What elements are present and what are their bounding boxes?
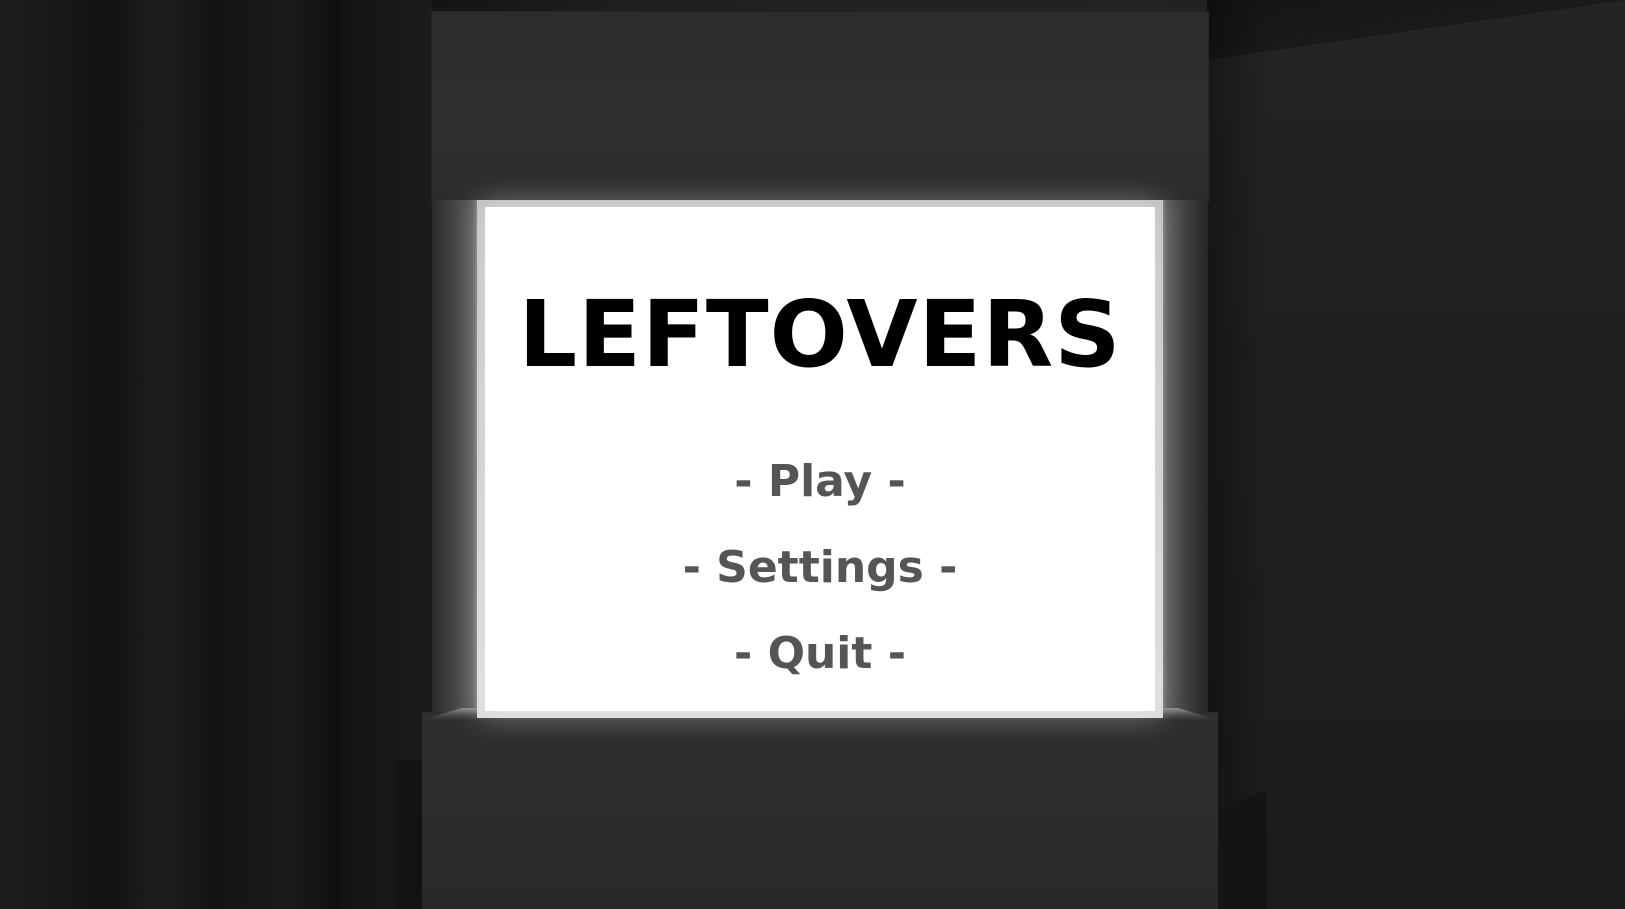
- kiosk-cabinet-base: [422, 712, 1218, 909]
- cabinet-shadow: [395, 760, 425, 909]
- main-menu: - Play - - Settings - - Quit -: [485, 439, 1155, 697]
- curtain-fold: [210, 0, 340, 909]
- game-scene: LEFTOVERS - Play - - Settings - - Quit -: [0, 0, 1625, 909]
- curtain-fold: [110, 0, 210, 909]
- kiosk-cabinet-side: [1160, 200, 1208, 714]
- room-wall: [1207, 0, 1625, 909]
- settings-button[interactable]: - Settings -: [485, 525, 1155, 611]
- quit-button[interactable]: - Quit -: [485, 611, 1155, 697]
- main-menu-screen: LEFTOVERS - Play - - Settings - - Quit -: [485, 207, 1155, 711]
- play-button[interactable]: - Play -: [485, 439, 1155, 525]
- kiosk-cabinet-side: [432, 200, 480, 714]
- curtain-fold: [0, 0, 110, 909]
- game-title: LEFTOVERS: [518, 281, 1122, 388]
- kiosk-cabinet-top: [432, 12, 1208, 202]
